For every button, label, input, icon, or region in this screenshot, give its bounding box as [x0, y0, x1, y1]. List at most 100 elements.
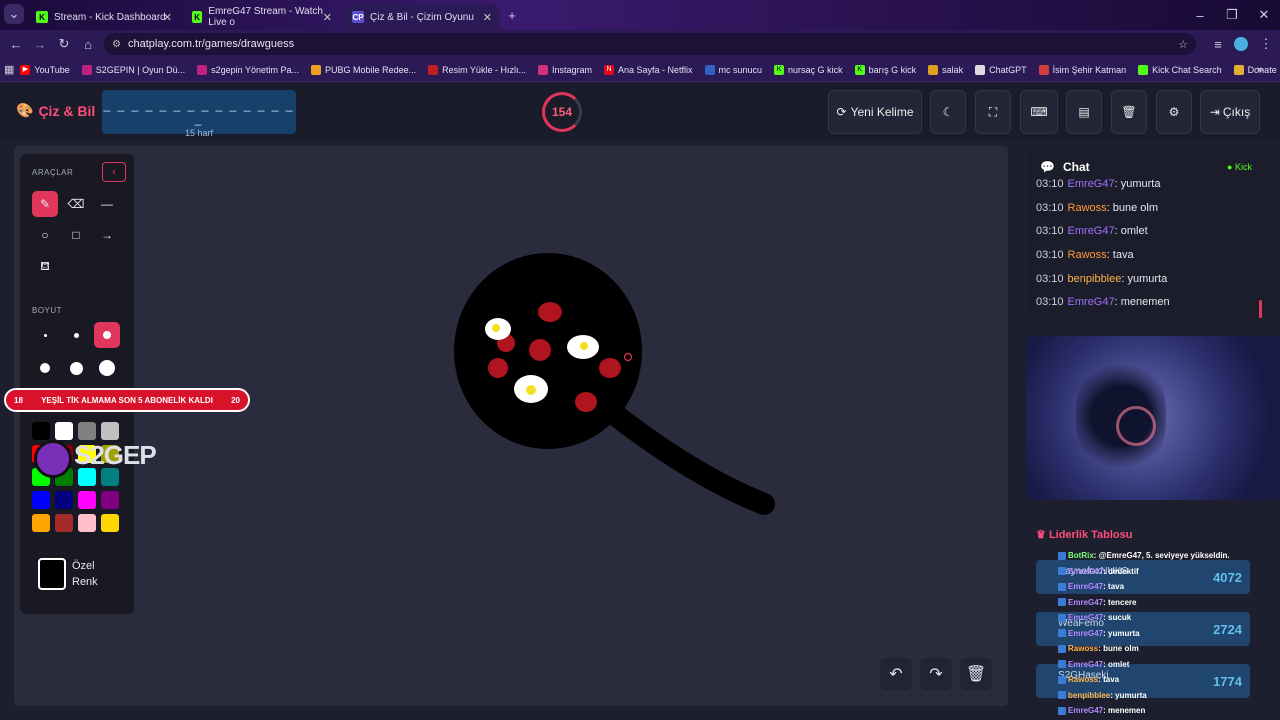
drawing-canvas[interactable] — [14, 146, 1008, 706]
message-user[interactable]: EmreG47 — [1068, 178, 1115, 190]
browser-tab-active[interactable]: CP Çiz & Bil - Çizim Oyunu ✕ — [344, 4, 500, 30]
color-swatch[interactable] — [32, 422, 50, 440]
bookmark-item[interactable]: S2GEPIN | Oyun Dü... — [81, 64, 185, 75]
close-tab-icon[interactable]: ✕ — [323, 11, 332, 24]
media-controls-icon[interactable]: ≡ — [1206, 32, 1230, 56]
eraser-tool[interactable]: ⌫ — [63, 191, 89, 217]
profile-avatar[interactable] — [1234, 37, 1248, 51]
logout-icon: ⇥ — [1209, 105, 1220, 119]
bookmark-item[interactable]: ChatGPT — [975, 64, 1027, 75]
rectangle-tool[interactable]: □ — [63, 222, 89, 248]
fill-tool[interactable]: ⛾ — [32, 254, 58, 280]
browser-tab[interactable]: K Stream - Kick Dashboard ✕ — [28, 4, 180, 30]
arrow-right-icon: → — [101, 228, 113, 242]
message-user[interactable]: EmreG47 — [1068, 225, 1115, 237]
size-option-4[interactable] — [32, 355, 58, 381]
bookmark-item[interactable]: PUBG Mobile Redee... — [311, 64, 416, 75]
site-info-icon[interactable]: ⚙ — [112, 39, 121, 50]
kick-status-badge: ● Kick — [1227, 162, 1252, 172]
size-option-5[interactable] — [63, 355, 89, 381]
tab-title: Stream - Kick Dashboard — [54, 11, 166, 23]
forward-icon[interactable]: → — [28, 32, 52, 56]
more-bookmarks-icon[interactable]: » — [1248, 58, 1272, 82]
color-swatch[interactable] — [32, 514, 50, 532]
color-swatch[interactable] — [55, 491, 73, 509]
menu-icon[interactable]: ⋮ — [1254, 32, 1278, 56]
keyboard-button[interactable]: ⌨ — [1020, 90, 1058, 134]
bookmark-item[interactable]: Kick Chat Search — [1138, 64, 1222, 75]
overlay-user: Rawoss — [1068, 644, 1099, 654]
delete-button[interactable]: 🗑 — [1111, 90, 1147, 134]
message-user[interactable]: Rawoss — [1068, 202, 1107, 214]
badge-icon — [1058, 582, 1066, 591]
color-swatch[interactable] — [101, 422, 119, 440]
custom-color-label[interactable]: Özel Renk — [72, 558, 98, 590]
bookmark-item[interactable]: Instagram — [537, 64, 592, 75]
bookmark-item[interactable]: s2gepin Yönetim Pa... — [197, 64, 299, 75]
bookmark-item[interactable]: Knursaç G kick — [774, 64, 843, 75]
line-tool[interactable]: — — [94, 191, 120, 217]
message-user[interactable]: Rawoss — [1068, 249, 1107, 261]
custom-color-swatch[interactable] — [38, 558, 66, 590]
undo-button[interactable]: ↶ — [880, 658, 912, 690]
color-swatch[interactable] — [32, 491, 50, 509]
arrow-tool[interactable]: → — [94, 222, 120, 248]
close-tab-icon[interactable]: ✕ — [483, 11, 492, 24]
fullscreen-button[interactable]: ⛶ — [975, 90, 1011, 134]
drawing-svg[interactable] — [14, 146, 1008, 706]
redo-button[interactable]: ↷ — [920, 658, 952, 690]
color-swatch[interactable] — [101, 491, 119, 509]
color-swatch[interactable] — [55, 514, 73, 532]
tab-title: EmreG47 Stream - Watch Live o — [208, 6, 323, 28]
color-swatch[interactable] — [78, 491, 96, 509]
chat-message: 03:10 EmreG47: omlet — [1036, 219, 1256, 243]
maximize-icon[interactable]: ❐ — [1220, 3, 1244, 27]
size-option-1[interactable] — [32, 322, 58, 348]
bookmark-item[interactable]: Kbarış G kick — [854, 64, 916, 75]
bookmark-item[interactable]: N Ana Sayfa - Netflix — [603, 64, 693, 75]
bookmark-item[interactable]: İsim Şehir Katman — [1038, 64, 1126, 75]
chat-message-list[interactable]: 03:10 EmreG47: yumurta 03:10 Rawoss: bune o… — [1036, 172, 1256, 318]
settings-button[interactable]: ⚙ — [1156, 90, 1192, 134]
bookmark-star-icon[interactable]: ☆ — [1178, 38, 1188, 51]
color-swatch[interactable] — [55, 422, 73, 440]
bookmark-item[interactable]: mc sunucu — [704, 64, 762, 75]
color-swatch[interactable] — [78, 514, 96, 532]
tab-search-icon[interactable]: ⌄ — [4, 4, 24, 24]
size-option-3[interactable] — [94, 322, 120, 348]
minimize-icon[interactable]: – — [1188, 3, 1212, 27]
clear-canvas-button[interactable]: 🗑 — [960, 658, 992, 690]
message-user[interactable]: benpibblee — [1068, 273, 1122, 285]
bookmark-item[interactable]: ▶ YouTube — [20, 64, 70, 75]
word-length: 15 harf — [184, 128, 214, 138]
back-icon[interactable]: ← — [4, 32, 28, 56]
new-word-button[interactable]: ⟳ Yeni Kelime — [828, 90, 922, 134]
color-swatch[interactable] — [101, 514, 119, 532]
bookmark-item[interactable]: Resim Yükle - Hızlı... — [428, 64, 526, 75]
app-logo[interactable]: 🎨 Çiz & Bil — [16, 102, 95, 119]
tomato-piece — [538, 302, 562, 322]
size-option-2[interactable] — [63, 322, 89, 348]
close-window-icon[interactable]: ✕ — [1252, 3, 1276, 27]
message-user[interactable]: EmreG47 — [1068, 296, 1115, 308]
site-icon — [81, 64, 92, 75]
size-option-6[interactable] — [94, 355, 120, 381]
new-tab-button[interactable]: + — [500, 3, 524, 27]
dark-mode-button[interactable]: ☾ — [930, 90, 966, 134]
home-icon[interactable]: ⌂ — [76, 32, 100, 56]
brush-tool[interactable]: ✎ — [32, 191, 58, 217]
overlay-text: : tencere — [1103, 597, 1137, 607]
archive-button[interactable]: ▤ — [1066, 90, 1102, 134]
circle-tool[interactable]: ○ — [32, 222, 58, 248]
logout-button[interactable]: ⇥ Çıkış — [1200, 90, 1260, 134]
reload-icon[interactable]: ↻ — [52, 32, 76, 56]
chat-scrollbar[interactable] — [1259, 300, 1262, 318]
apps-grid-icon[interactable]: ▦ — [4, 58, 14, 82]
url-input[interactable]: ⚙ chatplay.com.tr/games/drawguess ☆ — [104, 33, 1196, 55]
bookmark-item[interactable]: salak — [928, 64, 963, 75]
color-swatch[interactable] — [78, 422, 96, 440]
collapse-panel-button[interactable]: ‹ — [102, 162, 126, 182]
browser-tab[interactable]: K EmreG47 Stream - Watch Live o ✕ — [184, 4, 340, 30]
badge-icon — [1058, 613, 1066, 622]
close-tab-icon[interactable]: ✕ — [163, 11, 172, 24]
